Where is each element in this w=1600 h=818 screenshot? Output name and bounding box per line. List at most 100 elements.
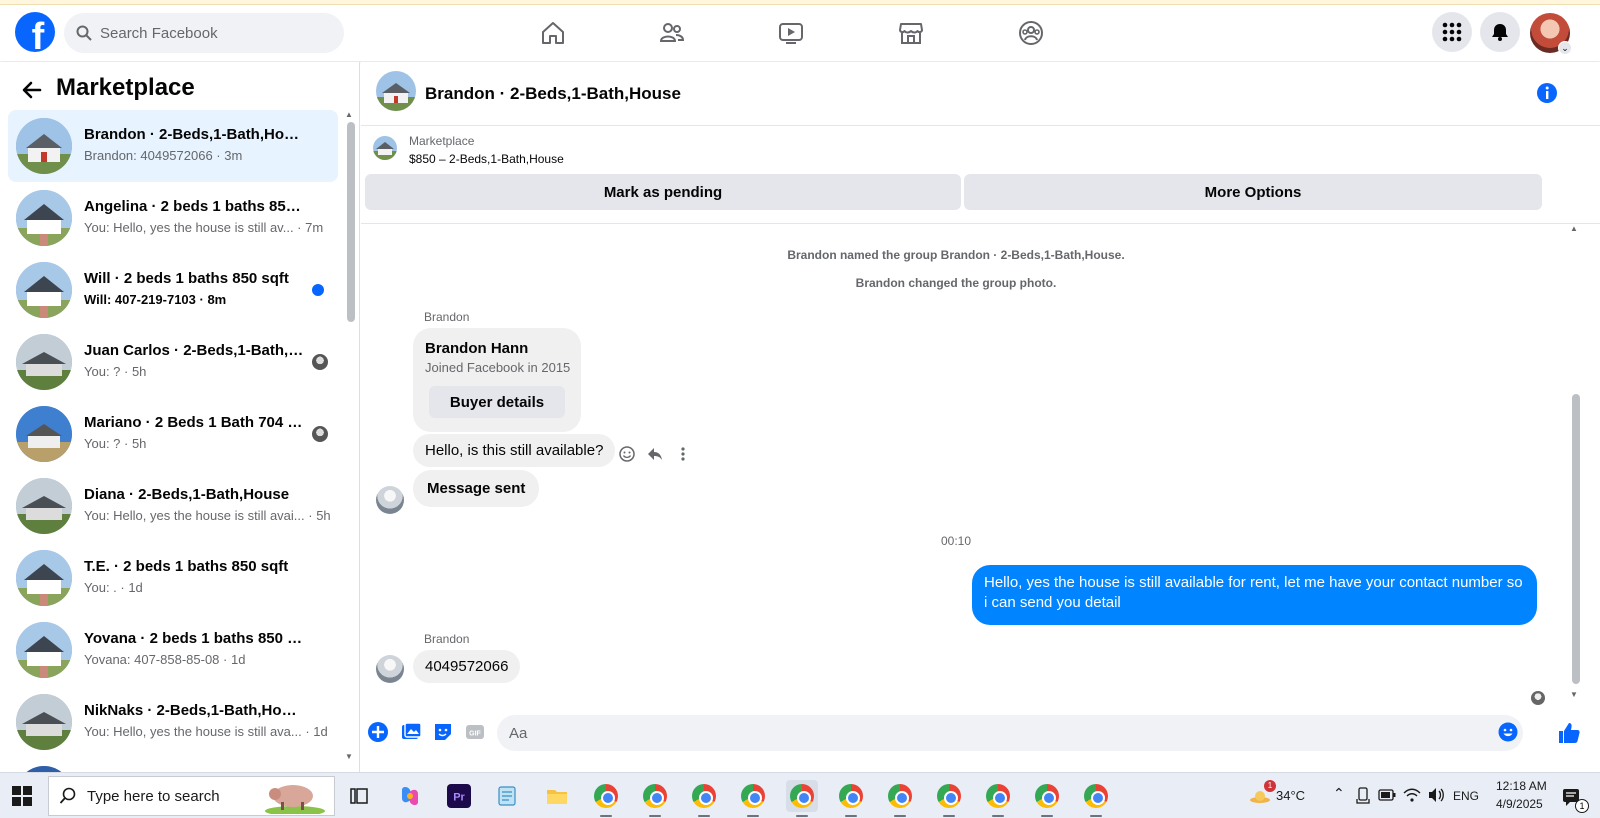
weather-temp[interactable]: 34°C [1276, 788, 1305, 803]
premiere-pro-icon[interactable]: Pr [443, 780, 475, 812]
chrome-icon[interactable] [1031, 780, 1063, 817]
more-vertical-icon[interactable] [675, 446, 691, 462]
weather-badge: 1 [1264, 780, 1276, 792]
reply-icon[interactable] [647, 446, 663, 462]
video-icon[interactable] [771, 13, 811, 53]
mark-as-pending-button[interactable]: Mark as pending [365, 174, 961, 210]
chrome-icon[interactable] [737, 780, 769, 817]
incoming-message[interactable]: Message sent [413, 470, 540, 507]
chrome-icon[interactable] [590, 780, 622, 817]
scroll-down-arrow[interactable]: ▼ [1570, 690, 1578, 699]
listing-thumbnail[interactable] [373, 136, 397, 160]
marketplace-icon[interactable] [891, 13, 931, 53]
home-icon[interactable] [533, 13, 573, 53]
chrome-icon[interactable] [786, 780, 818, 817]
menu-grid-button[interactable] [1432, 12, 1472, 52]
chrome-icon[interactable] [835, 780, 867, 817]
svg-text:GIF: GIF [469, 731, 481, 738]
conversation-item[interactable]: Mariano · 2 Beds 1 Bath 704 S... You: ? … [8, 398, 338, 470]
conversation-item[interactable]: T.E. · 2 beds 1 baths 850 sqft You: . · … [8, 542, 338, 614]
conversation-item[interactable]: NikNaks · 2-Beds,1-Bath,House You: Hello… [8, 686, 338, 758]
conversation-list: Brandon · 2-Beds,1-Bath,House Brandon: 4… [8, 110, 338, 772]
windows-taskbar: Pr 1 34°C ⌃ ENG 12:18 AM 4/9/2025 1 [0, 772, 1600, 818]
sender-avatar[interactable] [376, 486, 404, 514]
notifications-button[interactable] [1480, 12, 1520, 52]
file-explorer-icon[interactable] [541, 780, 573, 812]
outgoing-message[interactable]: Hello, yes the house is still available … [972, 565, 1537, 625]
scroll-up-arrow[interactable]: ▲ [345, 110, 353, 119]
conversation-item[interactable]: Diana · 2-Beds,1-Bath,House You: Hello, … [8, 470, 338, 542]
clock-time[interactable]: 12:18 AM [1496, 779, 1547, 793]
back-arrow-icon[interactable] [20, 78, 44, 102]
conversation-item[interactable]: Yovana · 2 beds 1 baths 850 sqft Yovana:… [8, 614, 338, 686]
search-input[interactable] [100, 24, 320, 42]
sidebar-scrollbar[interactable] [347, 122, 355, 322]
conversation-item[interactable]: Angelina · 2 beds 1 baths 850 sqft You: … [8, 182, 338, 254]
facebook-logo[interactable]: f [15, 12, 55, 52]
conversation-preview: You: . · 1d [84, 580, 143, 595]
plus-circle-icon[interactable] [367, 721, 389, 743]
listing-price[interactable]: $850 – 2-Beds,1-Bath,House [409, 152, 564, 166]
conversation-preview: You: Hello, yes the house is still av...… [84, 220, 324, 235]
chat-title[interactable]: Brandon · 2-Beds,1-Bath,House [425, 84, 681, 104]
speaker-icon[interactable] [1427, 787, 1445, 803]
smiley-icon[interactable] [619, 446, 635, 462]
groups-icon[interactable] [1011, 13, 1051, 53]
scroll-up-arrow[interactable]: ▲ [1570, 224, 1578, 233]
copilot-icon[interactable] [394, 780, 426, 812]
scroll-down-arrow[interactable]: ▼ [345, 752, 353, 761]
windows-start-icon[interactable] [12, 786, 32, 806]
battery-icon[interactable] [1378, 788, 1396, 802]
language-indicator[interactable]: ENG [1453, 789, 1479, 803]
sidebar-header: Marketplace [0, 72, 359, 108]
thumbs-up-icon[interactable] [1557, 721, 1581, 745]
touch-icon[interactable] [1356, 787, 1370, 805]
taskbar-search-input[interactable] [87, 787, 257, 805]
photo-icon[interactable] [400, 721, 422, 743]
wifi-icon[interactable] [1403, 787, 1421, 803]
sticker-icon[interactable] [432, 721, 454, 743]
message-input[interactable] [509, 724, 1459, 742]
conversation-item[interactable]: Brandon · 2-Beds,1-Bath,House Brandon: 4… [8, 110, 338, 182]
chevron-up-icon[interactable]: ⌃ [1333, 785, 1345, 802]
buyer-details-button[interactable]: Buyer details [429, 386, 565, 418]
chrome-icon[interactable] [884, 780, 916, 817]
read-receipt-avatar [1531, 691, 1545, 705]
conversation-item[interactable]: Will · 2 beds 1 baths 850 sqft Will: 407… [8, 254, 338, 326]
message-timestamp: 00:10 [940, 534, 972, 548]
profile-avatar[interactable]: ⌄ [1530, 13, 1572, 55]
more-options-button[interactable]: More Options [964, 174, 1542, 210]
search-icon [76, 25, 92, 41]
incoming-message[interactable]: Hello, is this still available? [413, 434, 616, 467]
conversation-item[interactable]: Juan Carlos · 2-Beds,1-Bath,H... You: ? … [8, 326, 338, 398]
notepad-icon[interactable] [491, 780, 523, 812]
buyer-name: Brandon Hann [425, 340, 529, 357]
search-highlight-image [265, 785, 325, 814]
conversation-preview: Will: 407-219-7103 · 8m [84, 292, 227, 307]
chrome-icon[interactable] [688, 780, 720, 817]
weather-icon[interactable]: 1 [1244, 780, 1276, 812]
sidebar-title: Marketplace [56, 74, 195, 101]
chrome-icon[interactable] [639, 780, 671, 817]
listing-thumbnail [16, 334, 72, 390]
message-input-box[interactable] [497, 715, 1523, 751]
message-composer: GIF [361, 713, 1600, 753]
chat-panel: Brandon · 2-Beds,1-Bath,House Marketplac… [361, 62, 1600, 772]
chrome-icon[interactable] [982, 780, 1014, 817]
friends-icon[interactable] [652, 13, 692, 53]
clock-date[interactable]: 4/9/2025 [1496, 797, 1543, 811]
conversation-item[interactable] [8, 758, 338, 772]
task-view-icon[interactable] [343, 780, 375, 812]
gif-icon[interactable]: GIF [464, 721, 486, 743]
sender-avatar[interactable] [376, 655, 404, 683]
chrome-icon[interactable] [1080, 780, 1112, 817]
chrome-icon[interactable] [933, 780, 965, 817]
incoming-message[interactable]: 4049572066 [413, 650, 521, 683]
info-icon[interactable] [1536, 82, 1558, 104]
emoji-icon[interactable] [1498, 722, 1518, 742]
group-photo[interactable] [376, 71, 416, 111]
search-box[interactable] [64, 13, 344, 53]
taskbar-search[interactable] [48, 776, 335, 816]
conversation-preview: You: Hello, yes the house is still ava..… [84, 724, 328, 739]
thread-scrollbar[interactable] [1572, 394, 1580, 684]
